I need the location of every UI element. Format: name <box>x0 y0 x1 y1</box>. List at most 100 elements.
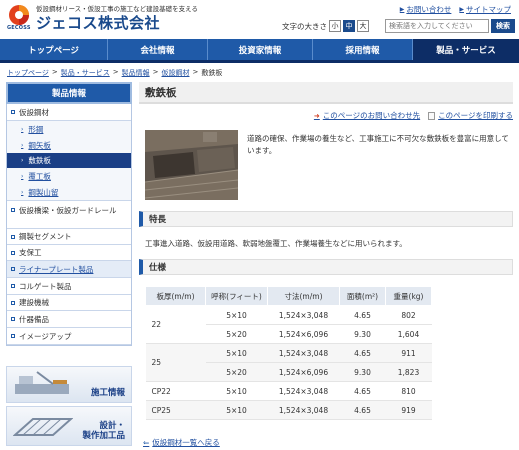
table-cell: 25 <box>145 343 206 382</box>
font-size-medium-button[interactable]: 中 <box>343 20 355 32</box>
sidebar-item-construction-machinery[interactable]: 建設機械 <box>7 295 131 311</box>
font-size-small-button[interactable]: 小 <box>329 20 341 32</box>
table-cell: 1,524×3,048 <box>267 400 340 420</box>
nav-recruit[interactable]: 採用情報 <box>313 39 413 60</box>
construction-info-label: 施工情報 <box>90 388 125 399</box>
table-cell: 1,524×6,096 <box>267 362 340 382</box>
square-bullet-icon <box>11 267 15 271</box>
page-title: 敷鉄板 <box>139 82 513 104</box>
table-cell: 1,604 <box>385 324 432 344</box>
square-bullet-icon <box>11 284 15 288</box>
table-cell: 810 <box>385 381 432 401</box>
table-cell: 22 <box>145 305 206 344</box>
table-row: CP25 5×10 1,524×3,048 4.65 919 <box>145 400 432 420</box>
construction-info-banner[interactable]: 施工情報 <box>6 366 132 403</box>
design-products-banner[interactable]: 設計・ 製作加工品 <box>6 406 132 446</box>
arrow-right-icon: ▶ <box>399 6 405 13</box>
nav-top[interactable]: トップページ <box>0 39 108 60</box>
square-bullet-icon <box>11 234 15 239</box>
square-bullet-icon <box>11 300 15 305</box>
chevron-right-icon: › <box>21 157 24 164</box>
breadcrumb-products-services[interactable]: 製品・サービス <box>61 68 110 78</box>
sidebar-item-steel-segment[interactable]: 鋼製セグメント <box>7 229 131 245</box>
table-cell: 1,524×3,048 <box>267 305 340 325</box>
spec-table: 板厚(m/m) 呼称(フィート) 寸法(m/m) 面積(m²) 重量(kg) 2… <box>145 286 432 420</box>
square-bullet-icon <box>11 250 15 255</box>
header-links: ▶ お問い合わせ ▶ サイトマップ <box>400 4 511 15</box>
company-name[interactable]: ジェコス株式会社 <box>36 12 160 33</box>
print-icon <box>428 111 436 120</box>
arrow-right-icon: ▶ <box>459 6 464 13</box>
spec-heading: 仕様 <box>139 259 513 275</box>
table-cell: 911 <box>385 343 432 363</box>
table-cell: 5×10 <box>205 343 268 363</box>
table-header: 呼称(フィート) <box>205 286 268 306</box>
breadcrumb-top[interactable]: トップページ <box>7 68 49 78</box>
nav-company[interactable]: 会社情報 <box>108 39 208 60</box>
table-cell: 4.65 <box>339 400 386 420</box>
sidebar-item-image-up[interactable]: イメージアップ <box>7 328 131 345</box>
gecoss-logo-icon[interactable] <box>8 4 30 26</box>
contact-link[interactable]: ▶ お問い合わせ <box>400 4 452 15</box>
back-to-steel-list-link[interactable]: ⇐ 仮設鋼材一覧へ戻る <box>143 437 220 448</box>
breadcrumb-products[interactable]: 製品情報 <box>122 68 150 78</box>
breadcrumb-steel[interactable]: 仮設鋼材 <box>162 68 190 78</box>
table-cell: 1,524×3,048 <box>267 381 340 401</box>
sidebar-item-steel[interactable]: 仮設鋼材 <box>7 104 131 121</box>
search-button[interactable]: 検索 <box>491 19 515 33</box>
nav-divider <box>0 60 519 63</box>
logo-text: GECOSS <box>7 25 31 31</box>
chevron-right-icon: › <box>21 141 24 149</box>
print-link[interactable]: このページを印刷する <box>428 110 513 121</box>
site-header: GECOSS 仮設鋼材リース・仮設工事の施工など建設基礎を支える ジェコス株式会… <box>0 0 519 36</box>
table-cell: 919 <box>385 400 432 420</box>
breadcrumb: トップページ > 製品・サービス > 製品情報 > 仮設鋼材 > 敷鉄板 <box>7 68 223 78</box>
breadcrumb-current: 敷鉄板 <box>201 69 223 77</box>
sidebar-item-sheet-pile[interactable]: › 鋼矢板 <box>7 137 131 153</box>
sidebar-item-temporary-bridge[interactable]: 仮設橋梁・仮設ガードレール <box>7 201 131 229</box>
sidebar-item-shoring[interactable]: 支保工 <box>7 245 131 261</box>
square-bullet-icon <box>11 317 15 321</box>
design-products-label: 設計・ 製作加工品 <box>82 420 125 442</box>
table-header: 寸法(m/m) <box>267 286 340 306</box>
table-cell: 802 <box>385 305 432 325</box>
table-cell: 1,524×3,048 <box>267 343 340 363</box>
search-input[interactable] <box>385 19 489 33</box>
table-cell: 9.30 <box>339 362 386 382</box>
table-header: 重量(kg) <box>385 286 432 306</box>
table-cell: CP25 <box>145 400 206 420</box>
feature-text: 工事進入道路、仮設用道路、軟弱地盤覆工、作業場養生などに用いられます。 <box>145 239 407 248</box>
steel-frame-icon <box>13 418 73 436</box>
sidebar-item-deck-plate[interactable]: › 覆工板 <box>7 168 131 184</box>
table-cell: 5×10 <box>205 305 268 325</box>
table-cell: 4.65 <box>339 305 386 325</box>
table-cell: 5×20 <box>205 324 268 344</box>
table-row: CP22 5×10 1,524×3,048 4.65 810 <box>145 381 432 401</box>
font-size-large-button[interactable]: 大 <box>357 20 369 32</box>
font-size-control: 文字の大きさ 小 中 大 <box>282 20 369 32</box>
sidebar-title: 製品情報 <box>6 82 132 104</box>
chevron-right-icon: › <box>21 125 24 133</box>
sidebar: 製品情報 仮設鋼材 › 形鋼 › 鋼矢板 › 敷鉄板 › 覆工板 › 鋼製山留 仮設橋梁・… <box>6 82 132 346</box>
sitemap-link[interactable]: ▶ サイトマップ <box>459 4 511 15</box>
sidebar-item-steel-support[interactable]: › 鋼製山留 <box>7 184 131 201</box>
arrow-right-icon: ➜ <box>313 111 320 120</box>
table-row: 22 5×10 1,524×3,048 4.65 802 <box>145 305 432 344</box>
table-header: 面積(m²) <box>339 286 386 306</box>
table-cell: 5×10 <box>205 381 268 401</box>
page-contact-link[interactable]: ➜ このページのお問い合わせ先 <box>314 110 420 121</box>
sidebar-item-corrugate[interactable]: コルゲート製品 <box>7 278 131 295</box>
sidebar-list: 仮設鋼材 › 形鋼 › 鋼矢板 › 敷鉄板 › 覆工板 › 鋼製山留 仮設橋梁・仮設ガード… <box>6 104 132 346</box>
page-actions: ➜ このページのお問い合わせ先 このページを印刷する <box>314 110 513 121</box>
nav-products[interactable]: 製品・サービス <box>413 39 519 60</box>
table-row: 25 5×10 1,524×3,048 4.65 911 <box>145 343 432 382</box>
global-nav: トップページ 会社情報 投資家情報 採用情報 製品・サービス <box>0 39 519 60</box>
sidebar-item-fixtures[interactable]: 什器備品 <box>7 311 131 328</box>
table-cell: 9.30 <box>339 324 386 344</box>
table-cell: 1,524×6,096 <box>267 324 340 344</box>
font-size-label: 文字の大きさ <box>282 21 327 31</box>
sidebar-item-liner-plate[interactable]: ライナープレート製品 <box>7 261 131 278</box>
sidebar-item-steel-plate[interactable]: › 敷鉄板 <box>7 153 131 168</box>
nav-investor[interactable]: 投資家情報 <box>208 39 313 60</box>
sidebar-item-shape-steel[interactable]: › 形鋼 <box>7 121 131 137</box>
